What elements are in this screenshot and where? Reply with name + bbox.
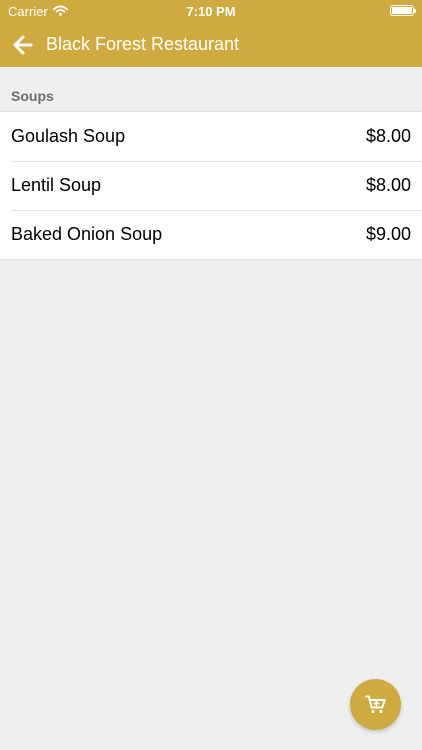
shopping-cart-icon	[364, 695, 386, 713]
menu-item-name: Goulash Soup	[11, 126, 126, 146]
status-bar: Carrier 7:10 PM	[0, 0, 422, 22]
soup-menu-list: Goulash Soup $8.00 Lentil Soup $8.00 Bak…	[0, 111, 422, 260]
app-header: Carrier 7:10 PM Black Forest Restaurant	[0, 0, 422, 67]
menu-item-price: $9.00	[365, 224, 411, 244]
menu-item-baked-onion-soup[interactable]: Baked Onion Soup $9.00	[0, 210, 422, 259]
section-title: Soups	[11, 88, 54, 104]
menu-item-goulash-soup[interactable]: Goulash Soup $8.00	[0, 112, 422, 161]
back-button[interactable]	[9, 31, 37, 59]
menu-item-name: Baked Onion Soup	[11, 224, 163, 244]
restaurant-title: Black Forest Restaurant	[46, 34, 240, 54]
status-time: 7:10 PM	[186, 4, 236, 19]
navigation-bar: Black Forest Restaurant	[0, 22, 422, 67]
cart-button[interactable]	[350, 679, 401, 730]
battery-icon	[390, 5, 416, 16]
menu-item-price: $8.00	[365, 175, 411, 195]
menu-item-name: Lentil Soup	[11, 175, 102, 195]
menu-item-lentil-soup[interactable]: Lentil Soup $8.00	[0, 161, 422, 210]
arrow-left-icon	[13, 35, 33, 55]
menu-item-price: $8.00	[365, 126, 411, 146]
